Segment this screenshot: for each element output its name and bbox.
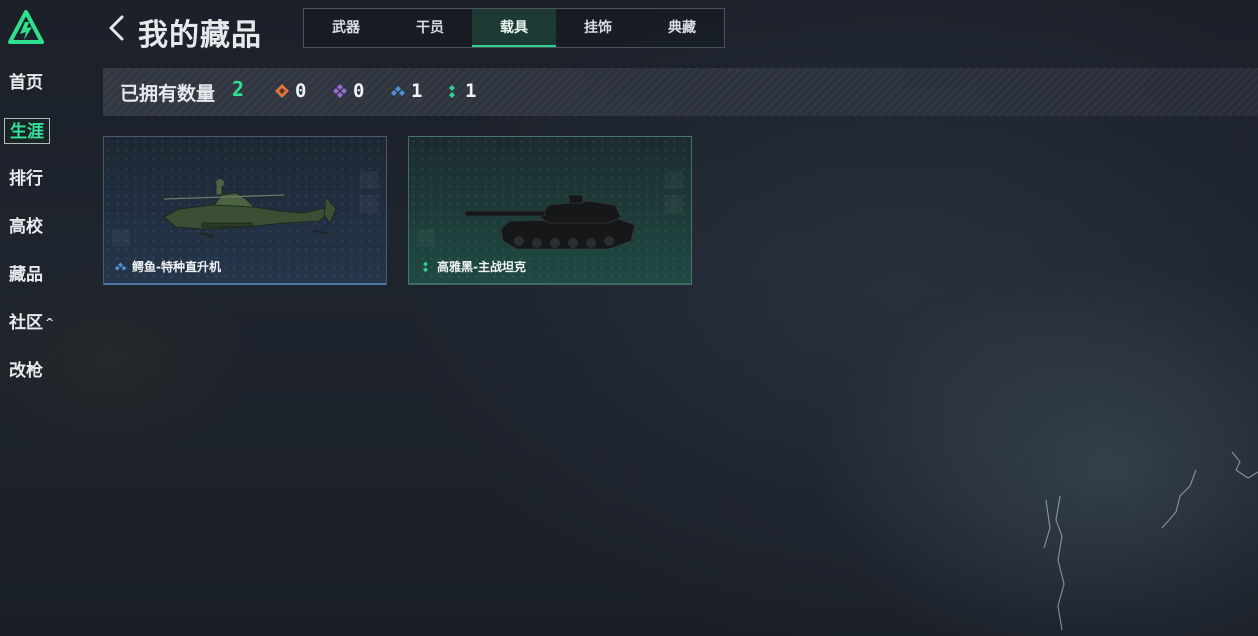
tab-weapons[interactable]: 武器 — [304, 9, 388, 47]
caret-up-icon: ^ — [45, 316, 55, 329]
stat-purple: 0 — [332, 80, 364, 102]
purple-gem-icon — [333, 84, 347, 98]
tab-charms[interactable]: 挂饰 — [556, 9, 640, 47]
orange-gem-icon — [275, 84, 289, 98]
sidebar-item-ranking[interactable]: 排行 — [9, 166, 43, 192]
category-tabs: 武器 干员 载具 挂饰 典藏 — [303, 8, 725, 48]
tab-vehicles[interactable]: 载具 — [472, 9, 556, 47]
vehicle-card-tank[interactable]: 高雅黑-主战坦克 — [408, 136, 692, 285]
stat-blue-value: 1 — [411, 80, 423, 102]
stat-purple-value: 0 — [353, 80, 365, 102]
sidebar-item-career[interactable]: 生涯 — [4, 118, 50, 144]
sidebar-item-community[interactable]: 社区 ^ — [9, 310, 54, 336]
green-gem-icon — [449, 85, 455, 98]
sidebar-item-gunsmith[interactable]: 改枪 — [9, 358, 43, 384]
sidebar-item-home[interactable]: 首页 — [9, 70, 43, 96]
vehicle-card-tank-name: 高雅黑-主战坦克 — [419, 258, 526, 275]
back-arrow-icon[interactable] — [106, 15, 128, 41]
stat-green: 1 — [444, 80, 476, 102]
sidebar-item-collection[interactable]: 藏品 — [9, 262, 43, 288]
sidebar-item-college[interactable]: 高校 — [9, 214, 43, 240]
owned-summary-bar: 已拥有数量 2 0 0 1 1 — [103, 68, 1258, 116]
vehicle-name-label: 鳄鱼-特种直升机 — [132, 260, 221, 274]
stat-blue: 1 — [390, 80, 422, 102]
owned-count-value: 2 — [232, 77, 245, 101]
blue-gem-icon — [114, 262, 127, 271]
vehicle-card-helicopter-name: 鳄鱼-特种直升机 — [114, 258, 221, 275]
app-logo-icon[interactable] — [8, 10, 44, 44]
tab-collectibles[interactable]: 典藏 — [640, 9, 724, 47]
page-title: 我的藏品 — [138, 18, 262, 53]
green-gem-icon — [423, 261, 428, 273]
tab-operators[interactable]: 干员 — [388, 9, 472, 47]
blue-gem-icon — [391, 86, 405, 96]
vehicle-card-helicopter[interactable]: 鳄鱼-特种直升机 — [103, 136, 387, 285]
stat-orange: 0 — [274, 80, 306, 102]
vehicle-name-label: 高雅黑-主战坦克 — [437, 260, 526, 274]
sidebar-item-community-label: 社区 — [9, 313, 43, 333]
stat-green-value: 1 — [465, 80, 477, 102]
owned-count-label: 已拥有数量 — [120, 83, 216, 105]
stat-orange-value: 0 — [295, 80, 307, 102]
